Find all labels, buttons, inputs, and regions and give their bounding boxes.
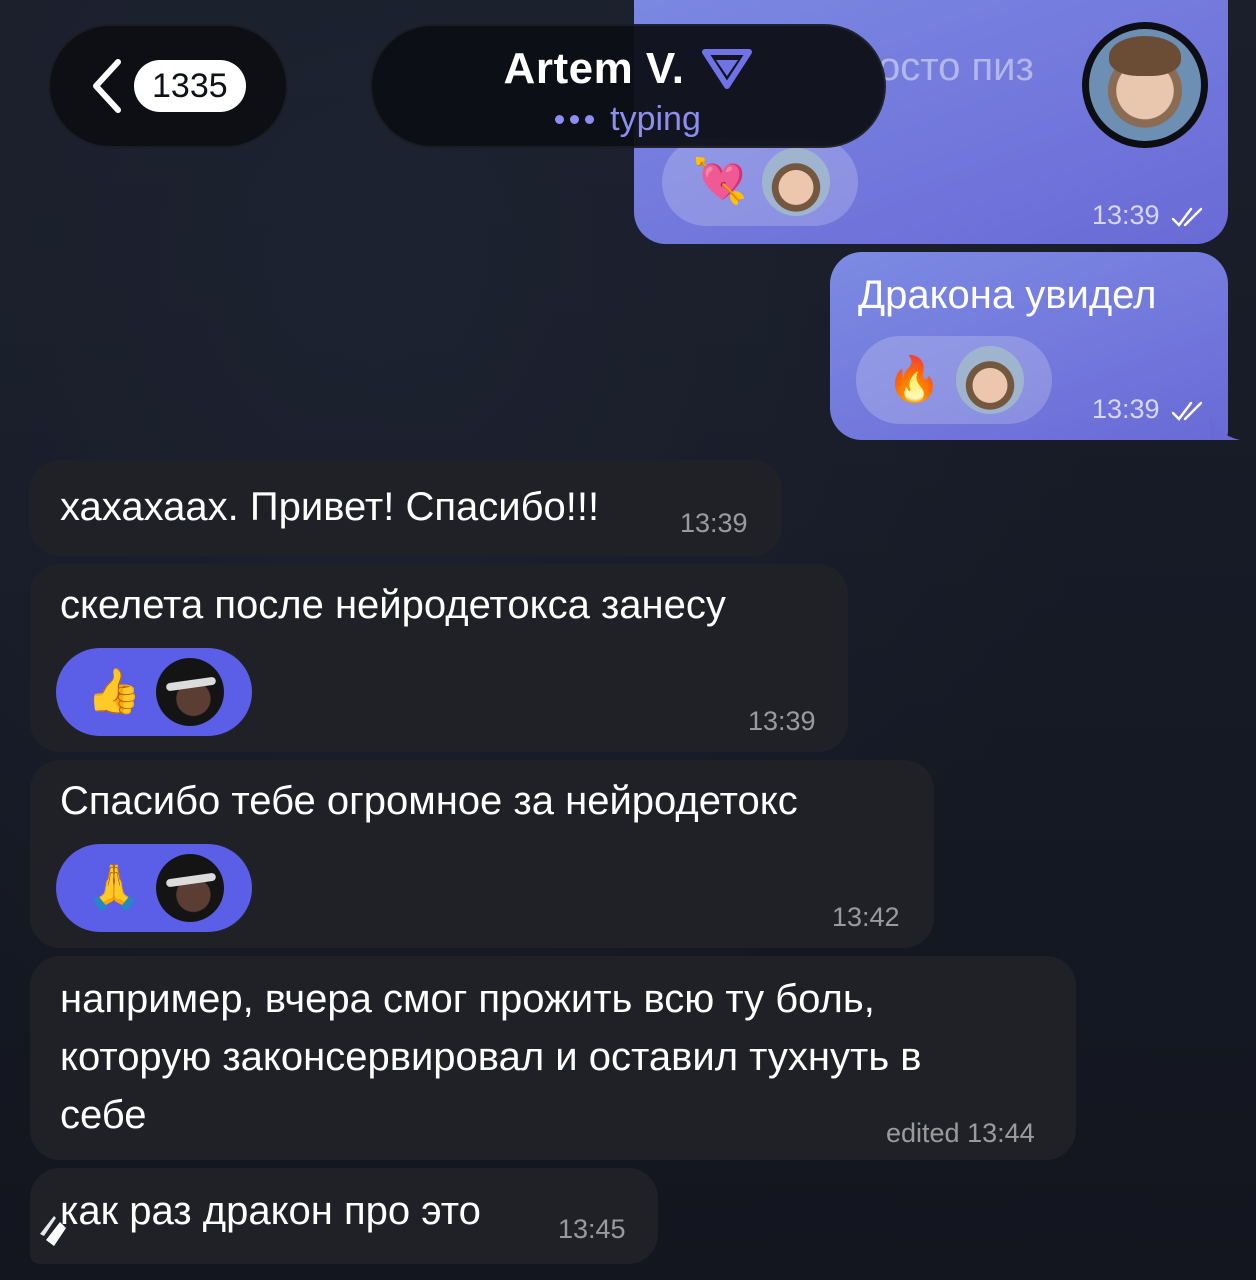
message-time: 13:45 [558,1214,626,1244]
message-in[interactable]: скелета после нейродетокса занесу 👍 13:3… [30,564,848,752]
back-button[interactable]: 1335 [48,24,288,148]
reaction-pill[interactable]: 🙏 [56,844,252,932]
message-time: 13:39 [680,508,748,538]
message-in[interactable]: Спасибо тебе огромное за нейродетокс 🙏 1… [30,760,934,948]
message-in[interactable]: хахахаах. Привет! Спасибо!!! 13:39 [30,460,782,556]
double-check-icon [1171,401,1203,421]
time-label: 13:39 [1092,394,1160,424]
reaction-emoji: 🔥 [886,354,942,405]
contact-avatar[interactable] [1082,22,1208,148]
reaction-emoji: 💘 [692,156,748,207]
reaction-pill[interactable]: 🔥 [856,336,1052,424]
reactor-avatar [956,346,1024,414]
chat-screen: осто пиз 💘 13:39 Дракона увидел 🔥 13:39 [0,0,1256,1280]
contact-status: typing [610,100,701,138]
time-label: 13:39 [1092,200,1160,230]
reaction-emoji: 🙏 [86,862,142,913]
message-text-partial: осто пиз [878,45,1034,89]
typing-indicator [555,115,595,124]
scroll-handle-icon[interactable] [36,1204,76,1252]
message-in[interactable]: например, вчера смог прожить всю ту боль… [30,956,1076,1160]
reaction-pill[interactable]: 👍 [56,648,252,736]
message-out[interactable]: Дракона увидел 🔥 13:39 [830,252,1228,440]
unread-count-badge: 1335 [134,60,246,112]
message-text: Спасибо тебе огромное за нейродетокс [60,779,798,823]
reactor-avatar [156,854,224,922]
chat-title-bar[interactable]: Artem V. typing [370,24,886,148]
back-chevron-icon [93,59,121,113]
avatar-image [1089,29,1201,141]
contact-name: Artem V. [503,44,685,93]
message-time: 13:39 [748,706,816,736]
reaction-emoji: 👍 [86,666,142,717]
message-text: Дракона увидел [858,273,1157,317]
bubble-tail [1210,412,1240,440]
message-text: как раз дракон про это [60,1189,481,1233]
verified-icon [702,49,753,89]
reaction-pill[interactable]: 💘 [662,138,858,226]
message-text-line: например, вчера смог прожить всю ту боль… [60,977,875,1021]
message-text: скелета после нейродетокса занесу [60,583,726,627]
double-check-icon [1171,207,1203,227]
message-text-line: которую законсервировал и оставил тухнут… [60,1035,922,1079]
message-text-line: себе [60,1093,147,1137]
message-in[interactable]: как раз дракон про это 13:45 [30,1168,658,1264]
message-time: 13:39 [1092,394,1211,425]
message-time: 13:39 [1092,200,1211,231]
message-text: хахахаах. Привет! Спасибо!!! [60,485,600,529]
message-time: 13:42 [832,902,900,932]
reactor-avatar [156,658,224,726]
reactor-avatar [762,148,830,216]
message-time: edited 13:44 [886,1118,1035,1148]
